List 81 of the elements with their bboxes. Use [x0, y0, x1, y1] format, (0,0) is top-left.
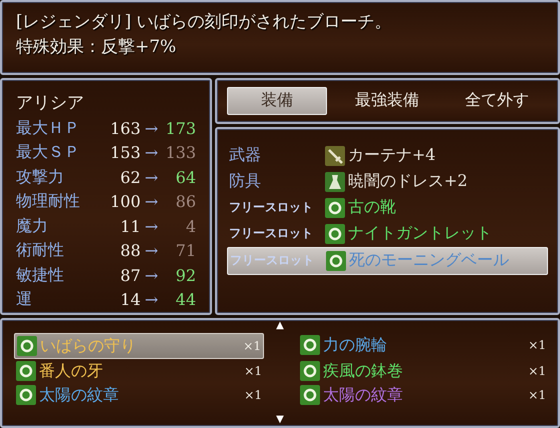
- equipped-item: 暁闇のドレス+2: [348, 171, 468, 192]
- item-count: ×1: [528, 338, 546, 352]
- stat-value: 87: [119, 266, 141, 285]
- item-row[interactable]: 番人の牙 ×1: [14, 359, 264, 384]
- stat-new-value: 71: [174, 241, 196, 260]
- stat-label: 攻撃力: [16, 166, 65, 188]
- stat-label: 敏捷性: [16, 264, 65, 286]
- scroll-down-arrow[interactable]: ▼: [276, 415, 284, 426]
- item-name: いばらの守り: [40, 336, 137, 357]
- item-name: 力の腕輪: [323, 334, 388, 356]
- stat-value: 11: [119, 216, 141, 236]
- stat-new-value: 173: [164, 118, 196, 138]
- stat-new-value: 64: [174, 168, 196, 187]
- actor-name: アリシア: [16, 92, 85, 115]
- stat-value: 163: [109, 118, 141, 138]
- ring-icon: [17, 336, 37, 356]
- stat-value: 88: [119, 241, 141, 260]
- item-name: 太陽の紋章: [323, 384, 404, 406]
- stat-new-value: 92: [174, 266, 196, 285]
- equipped-item: 古の靴: [348, 197, 396, 218]
- ring-icon: [325, 224, 345, 244]
- ring-icon: [16, 361, 36, 382]
- item-count: ×1: [243, 339, 261, 354]
- arrow-text: →: [144, 216, 160, 236]
- arrow-text: →: [144, 118, 160, 138]
- item-name: 疾風の鉢巻: [323, 360, 404, 382]
- item-count: ×1: [244, 388, 262, 402]
- scroll-up-arrow[interactable]: ▲: [276, 321, 284, 332]
- help-text: 特殊効果：反撃+7%: [16, 36, 178, 59]
- command-tab[interactable]: 装備: [227, 86, 327, 115]
- stat-label: 最大ＨＰ: [16, 118, 81, 139]
- item-name: 番人の牙: [39, 360, 104, 382]
- slot-row[interactable]: 防具 暁闇のドレス+2: [227, 168, 548, 195]
- item-count: ×1: [528, 364, 546, 378]
- ring-icon: [300, 361, 320, 382]
- stat-new-value: 133: [164, 143, 196, 162]
- stat-label: 物理耐性: [16, 191, 81, 212]
- slot-row[interactable]: フリースロット 古の靴: [227, 194, 548, 221]
- slot-label: 防具: [229, 171, 262, 192]
- slot-label: フリースロット: [229, 199, 314, 216]
- stat-new-value: 44: [174, 290, 196, 310]
- item-row[interactable]: 疾風の鉢巻 ×1: [298, 359, 548, 384]
- item-row[interactable]: 太陽の紋章 ×1: [298, 383, 548, 408]
- item-count: ×1: [528, 388, 546, 402]
- ring-icon: [16, 385, 36, 406]
- slot-row[interactable]: フリースロット ナイトガントレット: [227, 220, 548, 247]
- item-count: ×1: [244, 364, 262, 378]
- stat-label: 術耐性: [16, 240, 65, 262]
- stat-label: 最大ＳＰ: [16, 142, 81, 164]
- item-row[interactable]: 太陽の紋章 ×1: [14, 383, 264, 408]
- arrow-text: →: [144, 241, 160, 260]
- command-tab[interactable]: 最強装備: [337, 86, 437, 115]
- slot-row[interactable]: 武器 カーテナ+4: [227, 142, 548, 169]
- equipped-item: 死のモーニングベール: [349, 250, 509, 272]
- arrow-text: →: [144, 290, 160, 310]
- stat-new-value: 86: [174, 192, 196, 212]
- stat-value: 62: [119, 168, 141, 187]
- slot-label: 武器: [229, 145, 262, 166]
- item-name: 太陽の紋章: [39, 384, 120, 406]
- stat-value: 153: [109, 143, 141, 162]
- arrow-text: →: [144, 266, 160, 285]
- equipped-item: ナイトガントレット: [348, 223, 492, 244]
- ring-icon: [300, 335, 320, 356]
- stat-value: 100: [109, 192, 141, 212]
- slot-label: フリースロット: [230, 252, 315, 270]
- help-text: [レジェンダリ] いばらの刻印がされたブローチ。: [16, 11, 393, 34]
- arrow-text: →: [144, 168, 160, 187]
- ring-icon: [326, 250, 346, 271]
- stat-new-value: 4: [184, 216, 196, 236]
- equipped-item: カーテナ+4: [348, 145, 436, 166]
- item-row[interactable]: 力の腕輪 ×1: [298, 333, 548, 358]
- arrow-text: →: [144, 143, 160, 162]
- slot-label: フリースロット: [229, 225, 314, 242]
- arrow-text: →: [144, 192, 160, 212]
- stat-value: 14: [119, 290, 141, 310]
- command-tab[interactable]: 全て外す: [447, 86, 547, 115]
- ring-icon: [325, 198, 345, 218]
- ring-icon: [300, 385, 320, 406]
- sword-icon: [325, 146, 345, 166]
- stat-label: 運: [16, 289, 33, 310]
- stat-label: 魔力: [16, 216, 49, 237]
